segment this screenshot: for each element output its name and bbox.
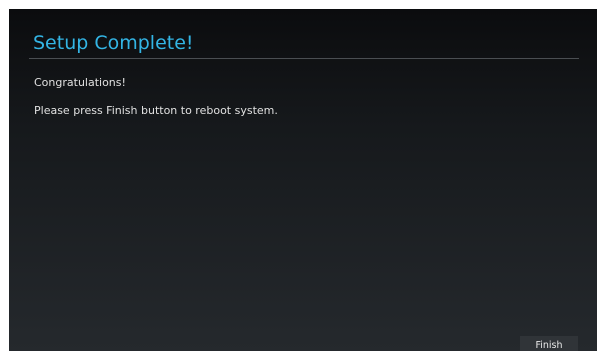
finish-button[interactable]: Finish: [520, 336, 578, 351]
title-divider: [29, 58, 579, 59]
reboot-instruction-text: Please press Finish button to reboot sys…: [34, 104, 278, 117]
congratulations-text: Congratulations!: [34, 76, 126, 89]
setup-screen: Setup Complete! Congratulations! Please …: [9, 9, 597, 351]
page-title: Setup Complete!: [33, 32, 194, 54]
